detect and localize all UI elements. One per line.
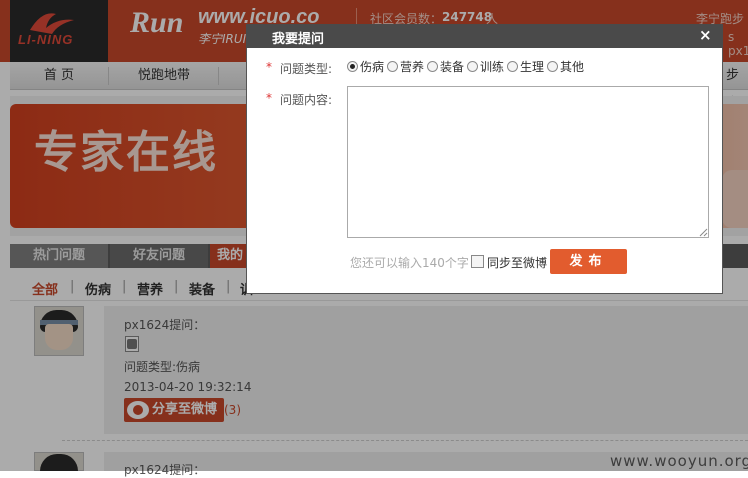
dialog-title: 我要提问 [272, 32, 325, 47]
radio-physiology[interactable]: 生理 [507, 58, 545, 74]
required-mark: * [266, 60, 272, 74]
close-icon[interactable]: × [699, 25, 713, 45]
radio-icon[interactable] [507, 61, 518, 72]
radio-selected-icon[interactable] [347, 61, 358, 72]
radio-other[interactable]: 其他 [547, 58, 585, 74]
sync-weibo-label[interactable]: 同步至微博 [487, 254, 547, 271]
publish-button[interactable]: 发布 [550, 249, 627, 274]
required-mark: * [266, 91, 272, 105]
question-content-textarea[interactable] [347, 86, 709, 238]
radio-label: 其他 [560, 60, 585, 74]
radio-injury[interactable]: 伤病 [347, 58, 385, 74]
watermark: www.wooyun.org [610, 452, 748, 470]
radio-training[interactable]: 训练 [467, 58, 505, 74]
question-content-label: 问题内容: [280, 93, 333, 107]
radio-equipment[interactable]: 装备 [427, 58, 465, 74]
radio-icon[interactable] [387, 61, 398, 72]
radio-label: 营养 [400, 60, 425, 74]
radio-label: 生理 [520, 60, 545, 74]
question-type-label: 问题类型: [280, 62, 333, 76]
resize-handle-icon[interactable] [698, 227, 708, 237]
radio-label: 装备 [440, 60, 465, 74]
sync-weibo-checkbox[interactable] [471, 255, 484, 268]
radio-icon[interactable] [467, 61, 478, 72]
radio-icon[interactable] [427, 61, 438, 72]
char-remaining-text: 您还可以输入140个字 [350, 256, 469, 270]
radio-label: 伤病 [360, 60, 385, 74]
radio-nutrition[interactable]: 营养 [387, 58, 425, 74]
radio-icon[interactable] [547, 61, 558, 72]
radio-label: 训练 [480, 60, 505, 74]
